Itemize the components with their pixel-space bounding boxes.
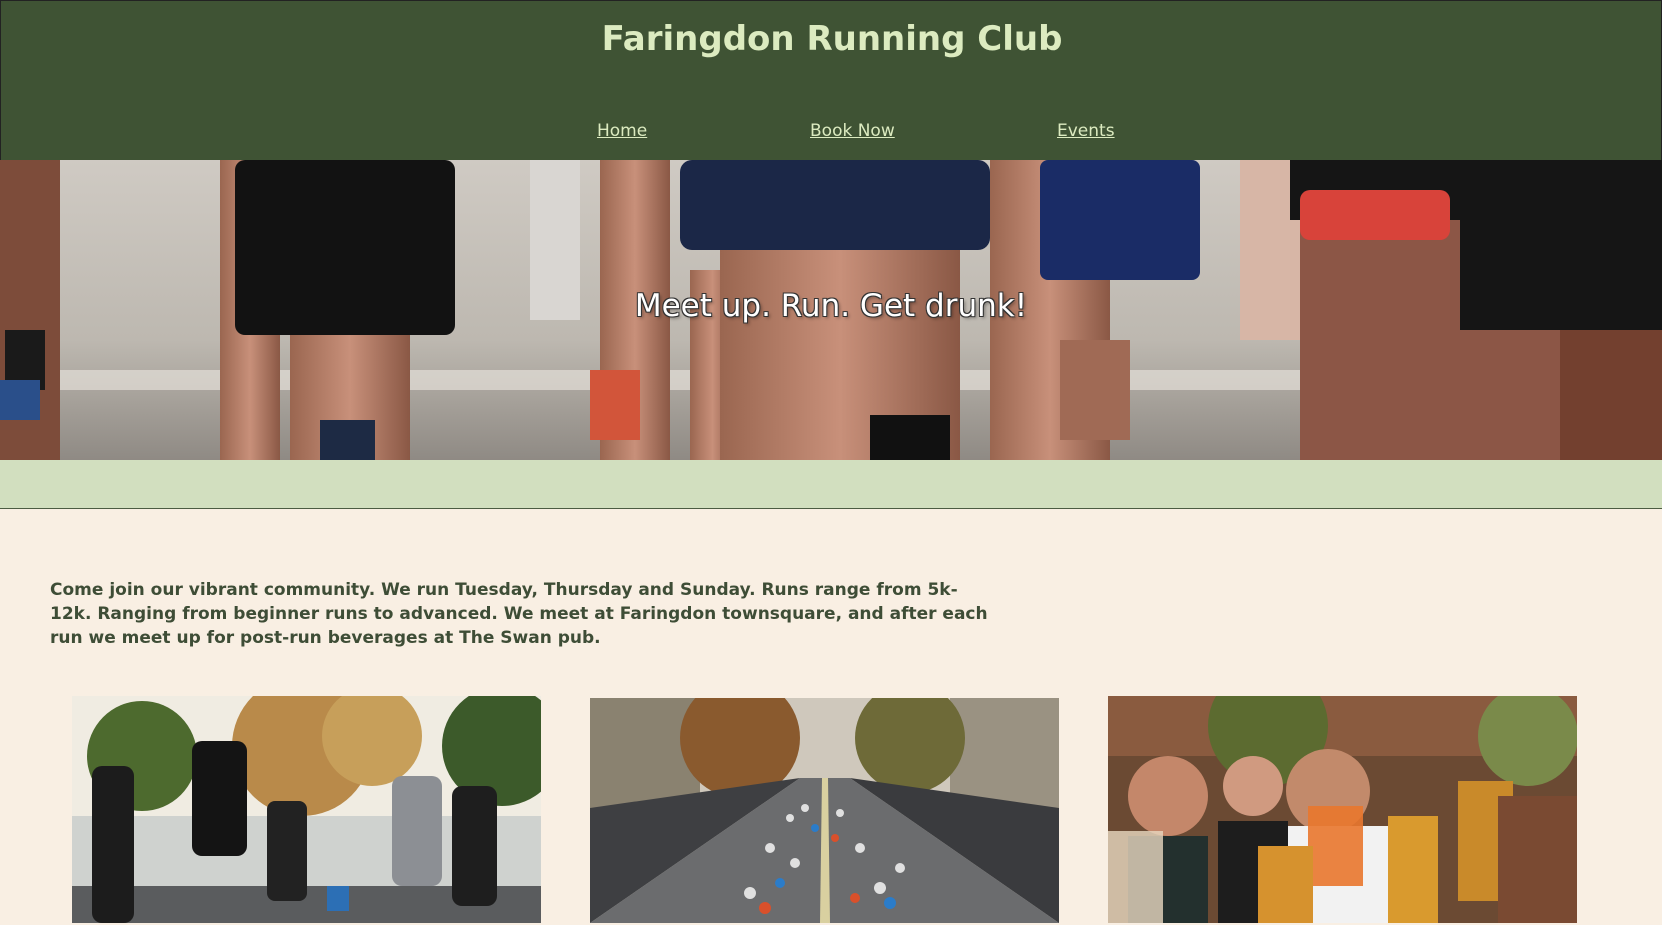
nav-book-now-link[interactable]: Book Now <box>810 121 895 141</box>
site-header: Faringdon Running Club Home Book Now Eve… <box>0 0 1662 160</box>
hero-tagline: Meet up. Run. Get drunk! <box>634 288 1028 324</box>
main-nav: Home Book Now Events <box>1 121 1662 145</box>
marathon-street-photo <box>590 698 1059 925</box>
group-run-photo <box>72 696 541 923</box>
nav-home-link[interactable]: Home <box>597 121 647 141</box>
nav-events-link[interactable]: Events <box>1057 121 1115 141</box>
hero-banner: Meet up. Run. Get drunk! <box>0 160 1662 460</box>
accent-band <box>0 460 1662 509</box>
site-title: Faringdon Running Club <box>601 19 1063 59</box>
pub-drinks-photo <box>1108 696 1577 923</box>
intro-paragraph: Come join our vibrant community. We run … <box>50 580 988 648</box>
